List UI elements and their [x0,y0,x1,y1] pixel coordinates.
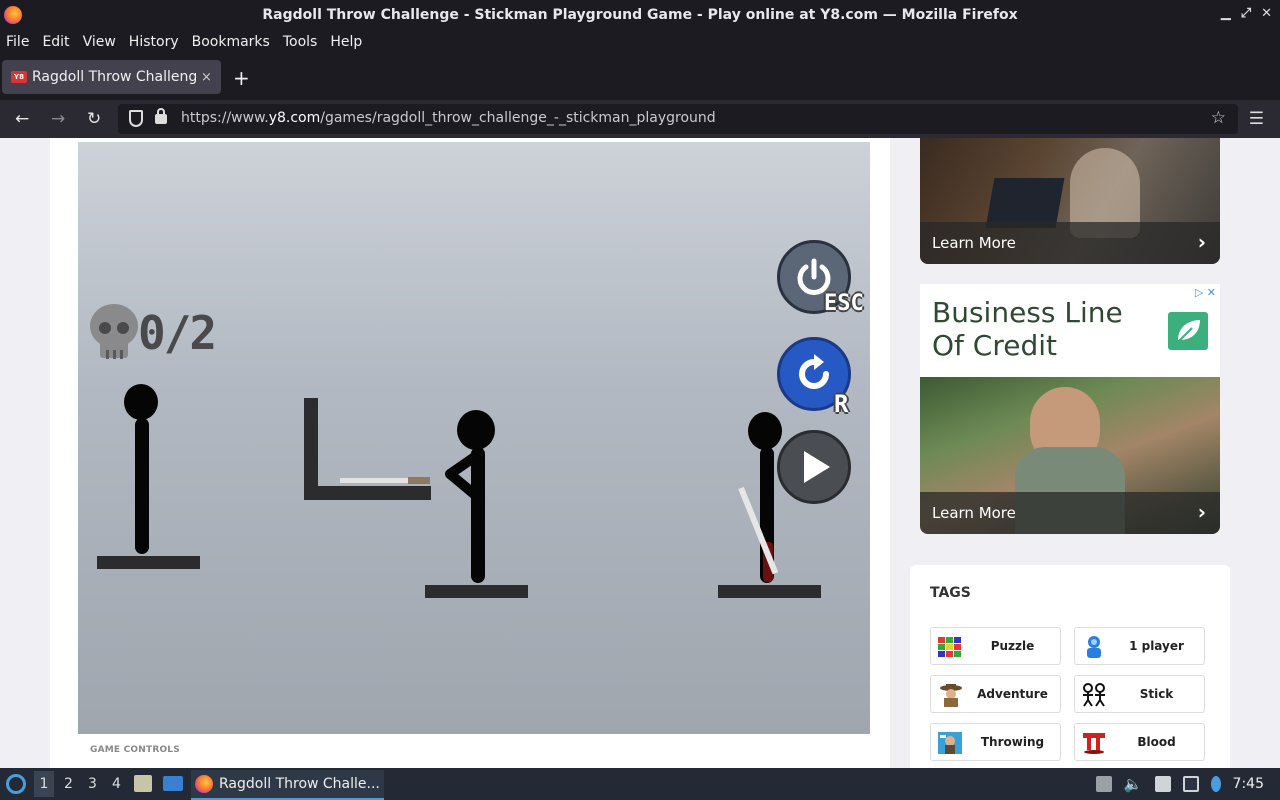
lock-icon[interactable] [155,108,167,124]
terminal-icon[interactable] [163,776,183,791]
chevron-right-icon: › [1197,500,1206,524]
tags-heading: TAGS [930,585,971,601]
menu-bar: File Edit View History Bookmarks Tools H… [0,30,1280,54]
tag-blood[interactable]: Blood [1074,723,1205,761]
window-titlebar: Ragdoll Throw Challenge - Stickman Playg… [0,0,1280,30]
stickmen-icon [1083,683,1105,707]
tab-title: Ragdoll Throw Challenge - Stickman Playg… [32,69,197,85]
ad-learn-more-button[interactable]: Learn More › [920,222,1220,264]
puzzle-grid-icon [938,637,961,657]
knife-handle [408,477,430,484]
firefox-icon [195,775,213,793]
address-bar[interactable]: https://www.y8.com/games/ragdoll_throw_c… [118,104,1238,134]
navigation-toolbar: ← → ↻ https://www.y8.com/games/ragdoll_t… [0,100,1280,138]
tab-close-button[interactable]: × [201,70,212,85]
platform [718,585,821,598]
platform [97,556,200,569]
workspace-2[interactable]: 2 [64,776,73,792]
ad-laptop-image [985,178,1065,228]
shelf-obstacle [304,486,431,500]
play-icon [804,451,830,483]
workspace-3[interactable]: 3 [88,776,97,792]
esc-key-label: ESC [824,291,864,316]
menu-bookmarks[interactable]: Bookmarks [192,34,270,50]
tracking-shield-icon[interactable] [129,110,143,127]
restart-button[interactable]: R [777,337,851,418]
menu-view[interactable]: View [83,34,116,50]
game-canvas[interactable]: 0/2 ESC R [78,142,870,734]
stickman-head [457,410,495,450]
throwing-icon [938,732,962,754]
menu-tools[interactable]: Tools [283,34,318,50]
stickman-head [748,412,782,450]
bookmark-star-icon[interactable]: ☆ [1211,108,1226,128]
window-title: Ragdoll Throw Challenge - Stickman Playg… [262,7,1018,23]
system-tray: 🔈 7:45 [1095,768,1280,800]
platform [425,585,528,598]
clock: 7:45 [1232,776,1264,792]
tag-adventure[interactable]: Adventure [930,675,1061,713]
exit-button[interactable]: ESC [777,240,864,316]
blood-icon [1083,733,1105,754]
menu-edit[interactable]: Edit [42,34,69,50]
kill-counter: 0/2 [138,306,217,360]
minimize-button[interactable]: ▁ [1221,6,1231,21]
window-controls: ▁ ⤢ ✕ [1221,6,1272,21]
tab-bar: Y8 Ragdoll Throw Challenge - Stickman Pl… [0,54,1280,100]
workspace-4[interactable]: 4 [112,776,121,792]
ad-learn-more-button[interactable]: Learn More › [920,492,1220,534]
maximize-button[interactable]: ⤢ [1241,6,1251,21]
play-button[interactable] [777,430,851,504]
taskbar: 1 2 3 4 Ragdoll Throw Challe... 🔈 7:45 [0,768,1280,800]
url-text[interactable]: https://www.y8.com/games/ragdoll_throw_c… [181,110,716,126]
tag-stick[interactable]: Stick [1074,675,1205,713]
clipboard-icon[interactable] [1154,776,1171,792]
adventurer-icon [940,684,962,707]
adchoices-icon[interactable]: ▷ ✕ [1195,286,1216,299]
ad-banner-laptop[interactable]: Learn More › [920,138,1220,264]
tags-card: TAGS Puzzle 1 player Adventure Stick Thr… [910,565,1230,768]
ad-business-credit[interactable]: ▷ ✕ Business Line Of Credit Learn More › [920,284,1220,534]
back-button[interactable]: ← [15,109,29,129]
y8-favicon-icon: Y8 [11,71,27,83]
menu-file[interactable]: File [6,34,29,50]
workspace-1[interactable]: 1 [34,771,54,797]
tag-throwing[interactable]: Throwing [930,723,1061,761]
page-content: 0/2 ESC R GAME CONTROLS Learn More › ▷ ✕… [0,138,1280,768]
new-tab-button[interactable]: + [233,66,250,90]
leaf-logo-icon [1168,312,1208,350]
tag-puzzle[interactable]: Puzzle [930,627,1061,665]
volume-icon[interactable]: 🔈 [1124,775,1143,793]
player-icon [1087,636,1101,658]
stickman-head [124,384,158,420]
stickman-arm [445,452,480,498]
game-controls-heading: GAME CONTROLS [90,745,180,755]
firefox-logo-icon [4,6,22,24]
updates-icon[interactable] [1095,776,1112,792]
forward-button[interactable]: → [51,109,65,129]
wall-obstacle [304,398,318,500]
skull-icon [90,304,138,359]
file-manager-icon[interactable] [134,775,152,792]
network-icon[interactable] [1182,776,1199,792]
close-window-button[interactable]: ✕ [1261,6,1272,21]
stickman-body [135,418,149,554]
taskbar-firefox-window[interactable]: Ragdoll Throw Challe... [191,770,384,800]
start-menu-icon[interactable] [6,774,26,794]
menu-history[interactable]: History [129,34,179,50]
restart-icon [799,354,829,389]
tag-1-player[interactable]: 1 player [1074,627,1205,665]
game-card: 0/2 ESC R GAME CONTROLS [50,138,890,768]
r-key-label: R [834,390,849,418]
notification-icon[interactable] [1210,776,1221,792]
app-menu-button[interactable]: ☰ [1249,109,1264,129]
ad-headline: Business Line Of Credit [932,296,1123,362]
chevron-right-icon: › [1197,230,1206,254]
reload-button[interactable]: ↻ [87,109,101,129]
menu-help[interactable]: Help [330,34,362,50]
tab-ragdoll[interactable]: Y8 Ragdoll Throw Challenge - Stickman Pl… [2,60,221,94]
